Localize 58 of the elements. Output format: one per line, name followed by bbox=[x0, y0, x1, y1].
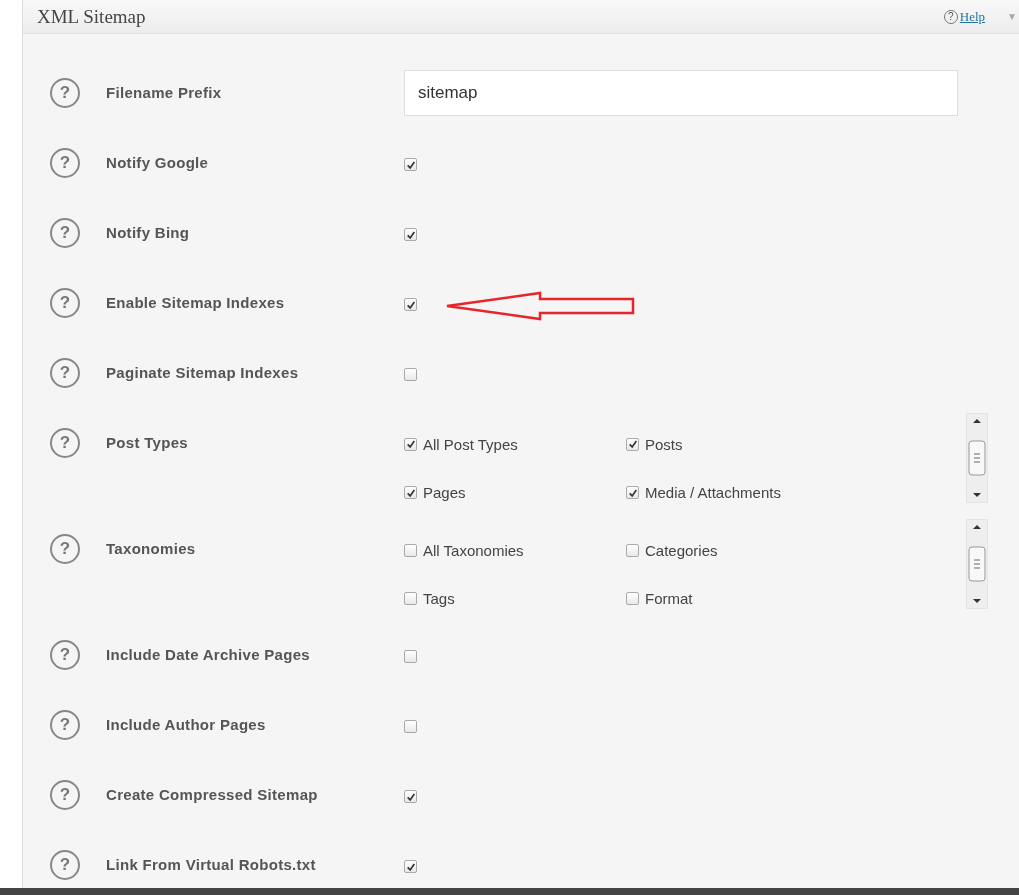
checkbox[interactable] bbox=[626, 592, 639, 606]
checkbox[interactable] bbox=[404, 543, 417, 557]
setting-label: Include Date Archive Pages bbox=[106, 646, 311, 663]
collapse-arrow[interactable]: ▼ bbox=[1007, 11, 1017, 22]
help-icon[interactable]: ? bbox=[50, 428, 80, 458]
setting-label: Post Types bbox=[106, 434, 189, 451]
checkbox[interactable] bbox=[404, 720, 417, 733]
option-label: All Taxonomies bbox=[423, 541, 524, 559]
scroll-down-icon[interactable] bbox=[972, 492, 982, 498]
checkbox[interactable] bbox=[404, 860, 417, 873]
scroll-thumb[interactable] bbox=[968, 546, 986, 582]
scroll-down-icon[interactable] bbox=[972, 598, 982, 604]
option-label: Categories bbox=[645, 541, 718, 559]
checkbox[interactable] bbox=[626, 437, 639, 451]
setting-label: Notify Google bbox=[106, 154, 210, 171]
checkbox[interactable] bbox=[404, 790, 417, 803]
help-icon[interactable]: ? bbox=[50, 710, 80, 740]
help-link[interactable]: Help bbox=[959, 8, 986, 25]
checkbox[interactable] bbox=[404, 368, 417, 381]
checkbox[interactable] bbox=[404, 437, 417, 451]
help-icon[interactable]: ? bbox=[50, 288, 80, 318]
setting-label: Notify Bing bbox=[106, 224, 191, 241]
checkbox[interactable] bbox=[404, 228, 417, 241]
help-icon[interactable]: ? bbox=[50, 850, 80, 880]
help-icon[interactable]: ? bbox=[50, 358, 80, 388]
setting-label: Link From Virtual Robots.txt bbox=[106, 856, 317, 873]
option-label: Pages bbox=[423, 484, 466, 502]
checkbox[interactable] bbox=[404, 158, 417, 171]
panel-title: XML Sitemap bbox=[37, 5, 147, 28]
option-label: Format bbox=[645, 590, 693, 608]
help-icon[interactable]: ? bbox=[50, 218, 80, 248]
setting-label: Include Author Pages bbox=[106, 716, 267, 733]
setting-label: Create Compressed Sitemap bbox=[106, 786, 319, 803]
checkbox[interactable] bbox=[404, 486, 417, 500]
setting-label: Taxonomies bbox=[106, 540, 197, 557]
help-icon[interactable]: ? bbox=[50, 148, 80, 178]
scroll-thumb[interactable] bbox=[968, 440, 986, 476]
scroll-up-icon[interactable] bbox=[972, 524, 982, 530]
option-label: Media / Attachments bbox=[645, 484, 781, 502]
help-icon[interactable]: ? bbox=[50, 534, 80, 564]
scroll-up-icon[interactable] bbox=[972, 418, 982, 424]
checkbox[interactable] bbox=[626, 486, 639, 500]
checkbox[interactable] bbox=[404, 592, 417, 606]
checkbox[interactable] bbox=[404, 298, 417, 311]
setting-label: Filename Prefix bbox=[106, 84, 223, 101]
help-icon[interactable]: ? bbox=[50, 780, 80, 810]
checkbox[interactable] bbox=[626, 543, 639, 557]
help-icon[interactable]: ? bbox=[50, 78, 80, 108]
setting-label: Paginate Sitemap Indexes bbox=[106, 364, 300, 381]
checkbox[interactable] bbox=[404, 650, 417, 663]
scrollbar[interactable] bbox=[966, 519, 988, 609]
input-field[interactable]: sitemap bbox=[404, 70, 958, 116]
help-icon[interactable]: ? bbox=[50, 640, 80, 670]
option-label: All Post Types bbox=[423, 435, 518, 453]
scrollbar[interactable] bbox=[966, 413, 988, 503]
option-label: Tags bbox=[423, 590, 455, 608]
setting-label: Enable Sitemap Indexes bbox=[106, 294, 286, 311]
option-label: Posts bbox=[645, 435, 683, 453]
